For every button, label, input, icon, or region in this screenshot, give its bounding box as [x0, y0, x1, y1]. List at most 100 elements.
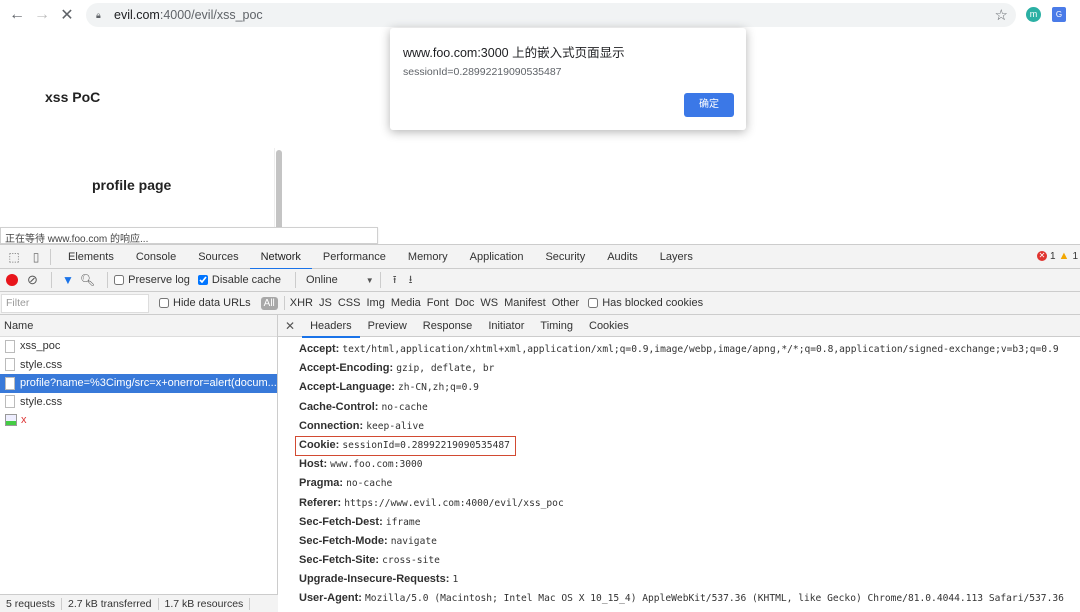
tab-network[interactable]: Network [249, 245, 313, 270]
bookmark-star-icon[interactable]: ☆ [995, 6, 1008, 24]
tab-timing[interactable]: Timing [532, 315, 581, 337]
tab-layers[interactable]: Layers [649, 245, 704, 269]
type-filter-font[interactable]: Font [424, 297, 452, 309]
url-path: :4000/evil/xss_poc [159, 8, 263, 22]
type-filter-other[interactable]: Other [549, 297, 583, 309]
tab-console[interactable]: Console [125, 245, 187, 269]
tab-audits[interactable]: Audits [596, 245, 649, 269]
page-heading: xss PoC [45, 89, 101, 105]
header-key: Accept-Encoding: [299, 362, 394, 375]
hide-data-urls-checkbox[interactable]: Hide data URLs [159, 297, 251, 309]
type-filter-ws[interactable]: WS [477, 297, 501, 309]
header-host: Host: www.foo.com:3000 [299, 455, 1080, 474]
url-host: evil.com [114, 8, 160, 22]
filter-icon[interactable]: ▼ [62, 273, 74, 287]
image-icon [5, 414, 17, 427]
name-column-header[interactable]: Name [0, 315, 277, 337]
tab-elements[interactable]: Elements [57, 245, 125, 269]
disable-cache-checkbox[interactable]: Disable cache [197, 274, 281, 286]
request-row[interactable]: style.css [0, 393, 277, 412]
type-filter-img[interactable]: Img [363, 297, 387, 309]
tab-headers[interactable]: Headers [302, 315, 360, 338]
translate-extension-icon[interactable]: G [1052, 7, 1066, 22]
browser-toolbar: ← → ✕ 🔒︎ evil.com:4000/evil/xss_poc ☆ m … [0, 0, 1080, 30]
header-key: Accept-Language: [299, 381, 395, 394]
type-filter-xhr[interactable]: XHR [287, 297, 316, 309]
stop-loading-icon[interactable]: ✕ [56, 4, 78, 26]
header-key: Cache-Control: [299, 400, 379, 413]
header-key: Cookie: [299, 438, 340, 451]
header-cache-control: Cache-Control: no-cache [299, 398, 1080, 417]
warning-count: 1 [1072, 250, 1078, 262]
tab-response[interactable]: Response [415, 315, 481, 337]
back-icon[interactable]: ← [6, 4, 28, 26]
alert-title: www.foo.com:3000 上的嵌入式页面显示 [403, 46, 625, 60]
alert-ok-button[interactable]: 确定 [684, 93, 734, 117]
divider [51, 272, 52, 288]
type-filter-manifest[interactable]: Manifest [501, 297, 549, 309]
preserve-log-checkbox[interactable]: Preserve log [114, 274, 190, 286]
disable-cache-input[interactable] [197, 275, 208, 285]
error-icon: ✕ [1036, 251, 1047, 261]
tab-performance[interactable]: Performance [312, 245, 397, 269]
close-icon[interactable]: ✕ [278, 319, 302, 333]
tab-memory[interactable]: Memory [397, 245, 459, 269]
highlighted-row-wrapper: Cookie: sessionId=0.28992219090535487 [295, 435, 1080, 456]
document-icon [5, 376, 15, 390]
tab-initiator[interactable]: Initiator [480, 315, 532, 337]
type-filter-all[interactable]: All [260, 296, 278, 310]
tab-preview[interactable]: Preview [360, 315, 415, 337]
request-list: Name xss_poc style.css profile?name=%3Ci… [0, 315, 278, 612]
export-har-icon[interactable]: ⭳ [409, 271, 413, 290]
blocked-cookies-input[interactable] [588, 298, 599, 308]
type-filter-doc[interactable]: Doc [452, 297, 478, 309]
type-filter-js[interactable]: JS [316, 297, 335, 309]
request-name: style.css [20, 358, 63, 371]
filter-input[interactable] [1, 293, 149, 313]
blocked-cookies-checkbox[interactable]: Has blocked cookies [588, 297, 703, 309]
header-value: text/html,application/xhtml+xml,applicat… [342, 344, 1059, 355]
header-user-agent: User-Agent: Mozilla/5.0 (Macintosh; Inte… [299, 589, 1080, 608]
hide-data-urls-input[interactable] [159, 298, 169, 308]
extension-m-icon[interactable]: m [1026, 7, 1041, 22]
forward-icon[interactable]: → [31, 4, 53, 26]
clear-icon[interactable]: ⊘ [27, 273, 39, 286]
tab-application[interactable]: Application [459, 245, 535, 269]
header-value: cross-site [382, 555, 440, 567]
record-icon[interactable] [6, 274, 18, 286]
request-row[interactable]: x [0, 411, 277, 430]
throttle-select[interactable]: Online ▼ [306, 274, 374, 286]
type-filter-css[interactable]: CSS [335, 297, 364, 309]
device-toolbar-icon[interactable]: ▯ [28, 249, 44, 265]
header-key: Sec-Fetch-Dest: [299, 515, 383, 528]
header-accept-language: Accept-Language: zh-CN,zh;q=0.9 [299, 378, 1080, 397]
header-value: no-cache [346, 478, 393, 490]
tab-security[interactable]: Security [534, 245, 596, 269]
header-key: Connection: [299, 419, 364, 432]
alert-message: sessionId=0.28992219090535487 [403, 66, 562, 78]
header-key: Referer: [299, 496, 342, 509]
search-icon[interactable]: 🔍︎ [80, 273, 95, 287]
inspect-element-icon[interactable]: ⬚ [6, 249, 22, 265]
type-filter-media[interactable]: Media [388, 297, 424, 309]
request-row[interactable]: xss_poc [0, 337, 277, 356]
tab-sources[interactable]: Sources [187, 245, 249, 269]
header-value: navigate [390, 535, 437, 547]
header-cookie-highlighted: Cookie: sessionId=0.28992219090535487 [295, 435, 516, 456]
header-pragma: Pragma: no-cache [299, 474, 1080, 493]
address-bar[interactable]: 🔒︎ evil.com:4000/evil/xss_poc ☆ [86, 3, 1016, 27]
header-value: sessionId=0.28992219090535487 [342, 439, 510, 451]
network-toolbar: ⊘ ▼ 🔍︎ Preserve log Disable cache Online… [0, 269, 1080, 292]
iframe-heading: profile page [92, 177, 172, 193]
tab-cookies[interactable]: Cookies [581, 315, 637, 337]
alert-dialog: www.foo.com:3000 上的嵌入式页面显示 sessionId=0.2… [390, 28, 746, 130]
request-row-selected[interactable]: profile?name=%3Cimg/src=x+onerror=alert(… [0, 374, 277, 393]
request-name: style.css [20, 395, 63, 408]
network-summary: 5 requests 2.7 kB transferred 1.7 kB res… [0, 594, 278, 612]
issue-counters[interactable]: ✕ 1 ▲ 1 [1036, 250, 1078, 262]
request-row[interactable]: style.css [0, 356, 277, 375]
preserve-log-input[interactable] [114, 275, 125, 285]
divider [294, 272, 296, 288]
import-har-icon[interactable]: ⭱ [393, 271, 397, 290]
divider [283, 296, 285, 310]
